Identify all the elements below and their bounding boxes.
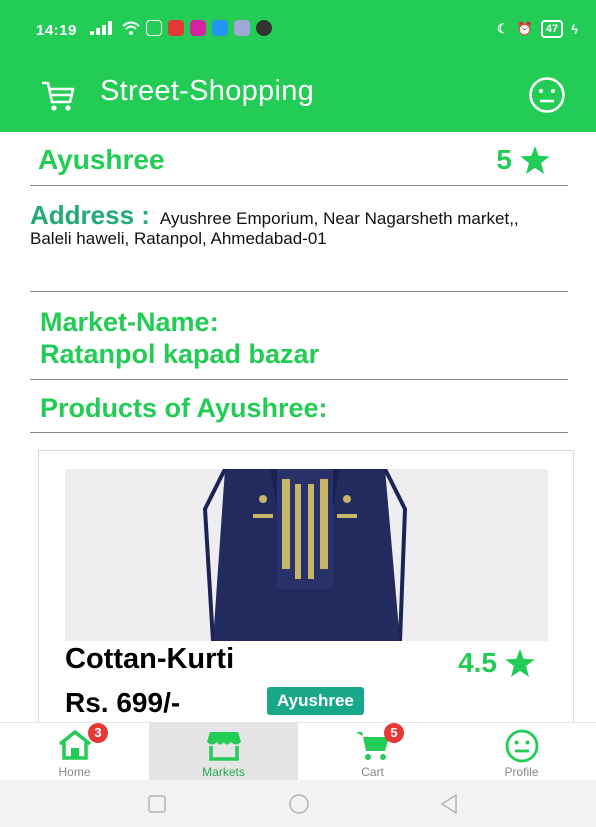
divider [30, 185, 568, 186]
nav-label-home: Home [58, 765, 91, 779]
address-block: Address : Ayushree Emporium, Near Nagarsh… [30, 202, 560, 249]
app-title: Street-Shopping [100, 75, 315, 107]
app-notification-icon [256, 20, 272, 36]
product-image[interactable] [65, 469, 548, 641]
product-rating: 4.5 [458, 647, 535, 679]
cart-icon[interactable] [40, 80, 76, 112]
nav-label-markets: Markets [202, 765, 245, 779]
smiley-icon[interactable] [528, 76, 566, 114]
gallery-icon [234, 20, 250, 36]
battery-indicator: 47 [540, 20, 564, 38]
charging-icon: ϟ [571, 21, 578, 37]
kurti-image [65, 469, 548, 641]
address-label: Address : [30, 200, 150, 230]
wifi-icon [122, 21, 140, 35]
system-nav-bar [0, 780, 596, 827]
store-icon [206, 732, 241, 761]
market-info: Market-Name: Ratanpol kapad bazar [40, 306, 319, 370]
status-bar: 14:19 ☾ ⏰ 47 ϟ [0, 0, 596, 60]
status-right: ☾ ⏰ 47 ϟ [497, 20, 578, 38]
status-icons [90, 20, 272, 36]
product-card[interactable]: Cottan-Kurti 4.5 Rs. 699/- Ayushree [38, 450, 574, 732]
products-heading: Products of Ayushree: [40, 393, 328, 423]
divider [30, 379, 568, 380]
star-icon [505, 649, 535, 677]
shop-rating: 5 [496, 144, 550, 176]
home-button[interactable] [289, 794, 309, 814]
nav-item-profile[interactable]: Profile [447, 723, 596, 781]
status-time: 14:19 [36, 22, 77, 39]
nav-label-profile: Profile [504, 765, 539, 779]
home-badge: 3 [88, 723, 108, 743]
market-name: Ratanpol kapad bazar [40, 339, 320, 369]
divider [30, 432, 568, 433]
signal-icon [90, 21, 112, 35]
app-notification-icon [168, 20, 184, 36]
product-rating-value: 4.5 [458, 647, 497, 678]
nav-item-home[interactable]: 3 Home [0, 723, 149, 781]
instagram-icon [190, 20, 206, 36]
app-bar: Street-Shopping [0, 60, 596, 132]
shop-badge[interactable]: Ayushree [267, 687, 364, 715]
app-notification-icon [212, 20, 228, 36]
product-price: Rs. 699/- [65, 687, 181, 718]
shop-name: Ayushree [38, 144, 165, 175]
market-label: Market-Name: [40, 307, 219, 337]
volte-icon [146, 20, 162, 36]
moon-icon: ☾ [497, 21, 509, 36]
divider [30, 291, 568, 292]
star-icon [520, 146, 550, 174]
recents-button[interactable] [148, 795, 166, 813]
nav-item-cart[interactable]: 5 Cart [298, 723, 447, 781]
cart-badge: 5 [384, 723, 404, 743]
smiley-icon [505, 729, 538, 763]
nav-item-markets[interactable]: Markets [149, 723, 298, 781]
back-button[interactable] [440, 794, 458, 814]
alarm-icon: ⏰ [516, 21, 533, 36]
product-name[interactable]: Cottan-Kurti [65, 643, 234, 676]
nav-label-cart: Cart [361, 765, 384, 779]
shop-rating-value: 5 [496, 144, 512, 175]
bottom-nav: 3 Home Markets 5 Cart Profile [0, 722, 596, 781]
